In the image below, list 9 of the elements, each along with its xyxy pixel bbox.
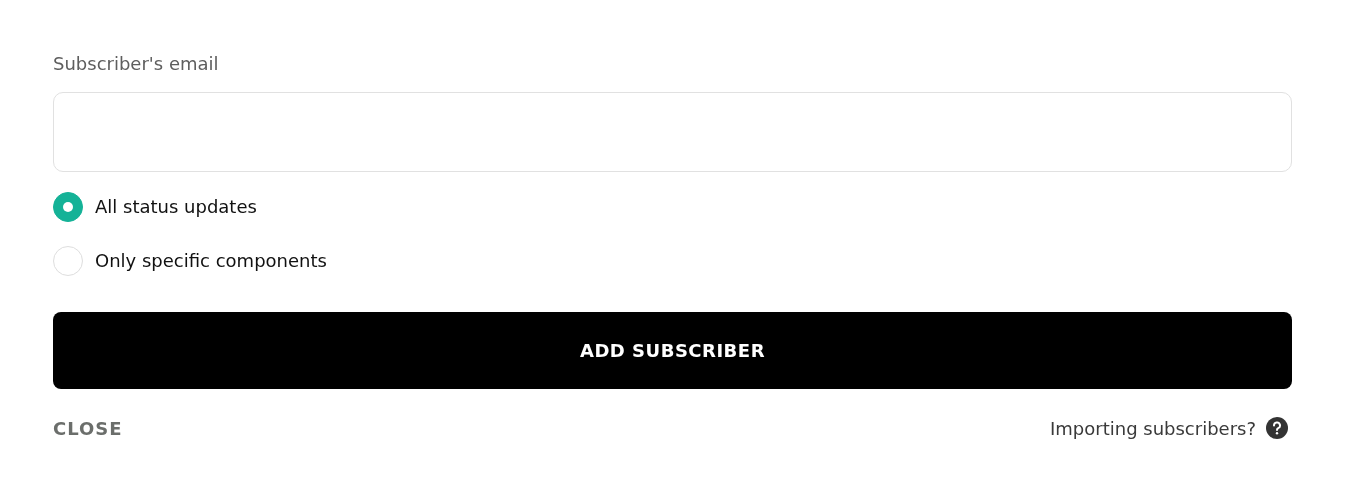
import-link[interactable]: Importing subscribers? [1050, 417, 1256, 439]
email-field[interactable] [53, 92, 1292, 172]
radio-label: Only specific components [95, 249, 327, 273]
add-subscriber-button[interactable]: ADD SUBSCRIBER [53, 312, 1292, 389]
radio-button[interactable] [53, 192, 83, 222]
field-label: Subscriber's email [53, 52, 220, 76]
radio-label: All status updates [95, 195, 257, 219]
close-button[interactable]: CLOSE [53, 417, 123, 439]
help-icon[interactable] [1266, 417, 1288, 439]
